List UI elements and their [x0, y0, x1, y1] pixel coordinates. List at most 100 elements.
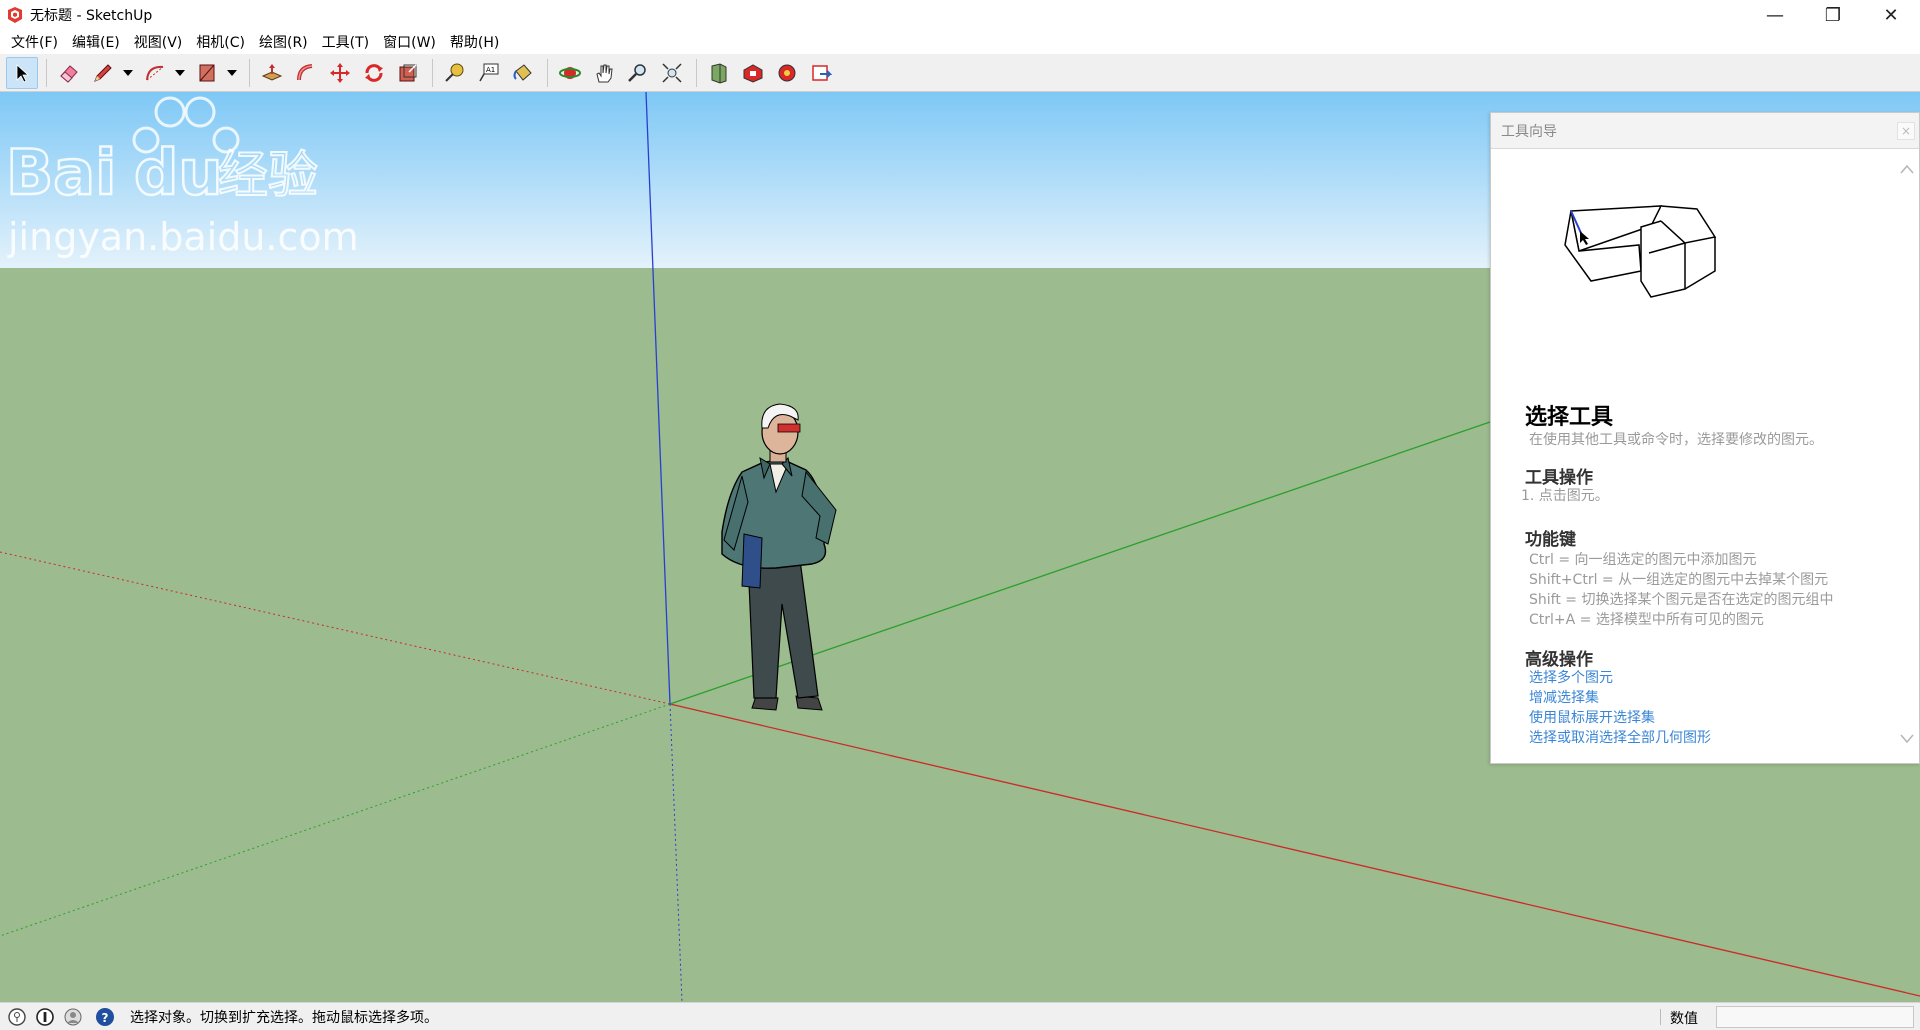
- eraser-icon: [60, 64, 78, 83]
- arc-tool-dropdown[interactable]: [173, 57, 187, 89]
- push-pull-icon: [261, 63, 283, 81]
- push-pull-tool-button[interactable]: [256, 57, 288, 89]
- line-tool-dropdown[interactable]: [121, 57, 135, 89]
- text-label-icon: A1: [479, 63, 499, 81]
- rotate-icon: [365, 63, 383, 82]
- menu-draw[interactable]: 绘图(R): [252, 32, 315, 52]
- move-tool-button[interactable]: [324, 57, 356, 89]
- chevron-down-icon: [1900, 734, 1914, 744]
- rectangle-icon: [199, 64, 215, 81]
- layout-send-icon: [778, 64, 796, 81]
- arc-icon: [146, 65, 164, 80]
- tool-description: 在使用其他工具或命令时，选择要修改的图元。: [1529, 432, 1823, 448]
- follow-me-tool-button[interactable]: [290, 57, 322, 89]
- credits-button[interactable]: [34, 1006, 56, 1028]
- status-divider: [1660, 1009, 1661, 1025]
- window-title: 无标题 - SketchUp: [30, 8, 153, 24]
- svg-text:A1: A1: [486, 66, 495, 74]
- menu-edit[interactable]: 编辑(E): [65, 32, 127, 52]
- measurements-label: 数值: [1670, 1011, 1698, 1027]
- orbit-tool-button[interactable]: [554, 57, 586, 89]
- advanced-link[interactable]: 选择多个图元: [1529, 667, 1613, 687]
- zoom-extents-icon: [662, 62, 682, 83]
- select-tool-button[interactable]: [6, 56, 38, 89]
- pan-tool-button[interactable]: [588, 57, 620, 89]
- orbit-icon: [559, 66, 581, 79]
- scroll-up-arrow[interactable]: [1899, 161, 1915, 177]
- scale-icon: [399, 63, 417, 81]
- modifier-key-line: Shift = 切换选择某个图元是否在选定的图元组中: [1529, 592, 1834, 608]
- geo-location-button[interactable]: [6, 1006, 28, 1028]
- scroll-down-arrow[interactable]: [1899, 731, 1915, 747]
- scale-tool-button[interactable]: [392, 57, 424, 89]
- layout-send-button[interactable]: [771, 57, 803, 89]
- paint-bucket-tool-button[interactable]: [507, 57, 539, 89]
- extension-manager-button[interactable]: [805, 57, 837, 89]
- menu-bar: 文件(F) 编辑(E) 视图(V) 相机(C) 绘图(R) 工具(T) 窗口(W…: [0, 30, 1920, 54]
- measurements-input[interactable]: [1716, 1006, 1914, 1028]
- toolbar-separator: [46, 58, 47, 87]
- svg-text:?: ?: [102, 1011, 109, 1025]
- arc-tool-button[interactable]: [139, 57, 171, 89]
- status-bar: ? 选择对象。切换到扩充选择。拖动鼠标选择多项。 数值: [0, 1002, 1920, 1030]
- help-question-icon: ?: [96, 1007, 114, 1026]
- menu-view[interactable]: 视图(V): [127, 32, 190, 52]
- menu-camera[interactable]: 相机(C): [189, 32, 252, 52]
- advanced-link[interactable]: 增减选择集: [1529, 687, 1599, 707]
- follow-me-icon: [297, 63, 313, 80]
- line-tool-button[interactable]: [87, 57, 119, 89]
- extension-warehouse-button[interactable]: [737, 57, 769, 89]
- user-account-icon: [64, 1008, 82, 1025]
- info-circle-icon: [36, 1007, 54, 1026]
- maximize-button[interactable]: ❐: [1804, 0, 1862, 30]
- text-tool-button[interactable]: A1: [473, 57, 505, 89]
- 3d-warehouse-icon: [711, 62, 727, 84]
- instructor-title: 工具向导: [1501, 123, 1557, 140]
- account-button[interactable]: [62, 1006, 84, 1028]
- tape-measure-tool-button[interactable]: [439, 57, 471, 89]
- chevron-down-icon: [175, 69, 185, 76]
- pan-hand-icon: [596, 64, 613, 82]
- instructor-close-button[interactable]: ×: [1897, 122, 1915, 140]
- chevron-down-icon: [123, 69, 133, 76]
- modifier-key-line: Ctrl+A = 选择模型中所有可见的图元: [1529, 612, 1764, 628]
- main-toolbar: A1: [0, 54, 1920, 92]
- toolbar-separator: [547, 58, 548, 87]
- sketchup-window: 无标题 - SketchUp — ❐ ✕ 文件(F) 编辑(E) 视图(V) 相…: [0, 0, 1920, 1030]
- zoom-tool-button[interactable]: [622, 57, 654, 89]
- rotate-tool-button[interactable]: [358, 57, 390, 89]
- toolbar-separator: [696, 58, 697, 87]
- instructor-body: 选择工具 在使用其他工具或命令时，选择要修改的图元。 工具操作 1. 点击图元。…: [1491, 149, 1919, 763]
- house-selection-illustration: [1564, 205, 1717, 298]
- modifier-keys-heading: 功能键: [1525, 530, 1576, 550]
- toolbar-separator: [249, 58, 250, 87]
- tape-measure-icon: [445, 63, 464, 82]
- title-bar: 无标题 - SketchUp — ❐ ✕: [0, 0, 1920, 30]
- menu-help[interactable]: 帮助(H): [443, 32, 506, 52]
- status-message: 选择对象。切换到扩充选择。拖动鼠标选择多项。: [130, 1009, 438, 1026]
- menu-file[interactable]: 文件(F): [4, 32, 65, 52]
- move-icon: [330, 62, 350, 83]
- advanced-link[interactable]: 使用鼠标展开选择集: [1529, 707, 1655, 727]
- eraser-tool-button[interactable]: [53, 57, 85, 89]
- location-pin-icon: [8, 1007, 26, 1026]
- close-button[interactable]: ✕: [1862, 0, 1920, 30]
- 3d-warehouse-button[interactable]: [703, 57, 735, 89]
- extension-warehouse-icon: [743, 63, 763, 83]
- instructor-header[interactable]: 工具向导 ×: [1491, 113, 1919, 149]
- select-arrow-icon: [16, 63, 30, 83]
- menu-tools[interactable]: 工具(T): [315, 32, 376, 52]
- chevron-down-icon: [227, 69, 237, 76]
- advanced-link[interactable]: 选择或取消选择全部几何图形: [1529, 727, 1711, 747]
- zoom-extents-tool-button[interactable]: [656, 57, 688, 89]
- menu-window[interactable]: 窗口(W): [376, 32, 443, 52]
- minimize-button[interactable]: —: [1746, 0, 1804, 30]
- rectangle-tool-button[interactable]: [191, 57, 223, 89]
- modifier-key-line: Shift+Ctrl = 从一组选定的图元中去掉某个图元: [1529, 572, 1829, 588]
- instructor-panel: 工具向导 × 选择工具 在使用其他工具或命令时，选择要修改的图元。 工具操作 1…: [1490, 112, 1920, 764]
- zoom-icon: [628, 63, 646, 82]
- toolbar-separator: [432, 58, 433, 87]
- instructor-toggle-button[interactable]: ?: [94, 1006, 116, 1028]
- pencil-line-icon: [94, 63, 112, 82]
- shape-tool-dropdown[interactable]: [225, 57, 239, 89]
